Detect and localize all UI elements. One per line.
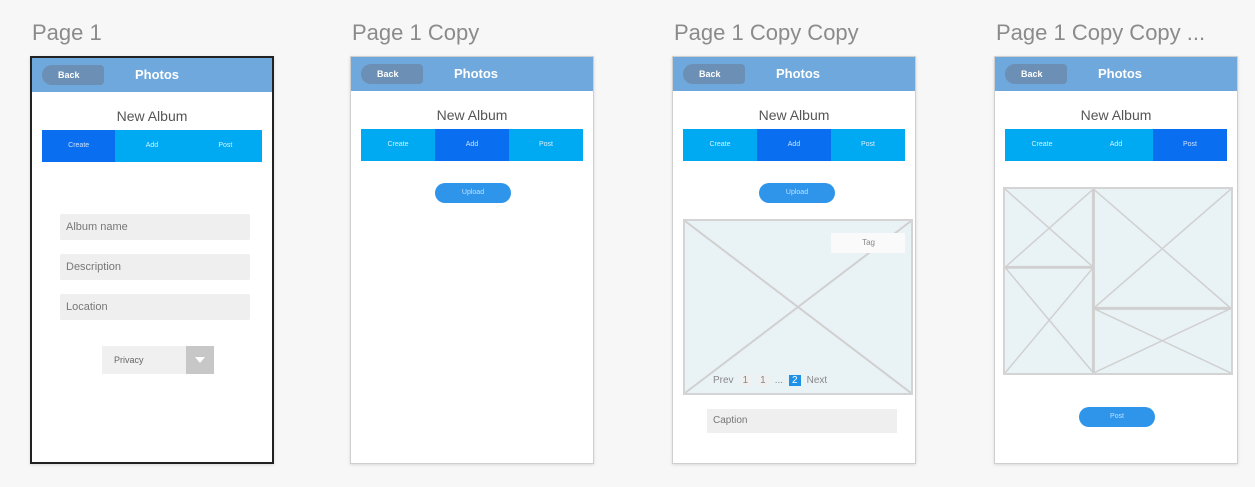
top-bar: Back Photos: [673, 57, 915, 91]
top-bar: Back Photos: [995, 57, 1237, 91]
page-frame-3[interactable]: Back Photos New Album Create Add Post Up…: [672, 56, 916, 464]
tab-add[interactable]: Add: [115, 130, 189, 162]
back-button[interactable]: Back: [42, 65, 104, 85]
bar-title: Photos: [453, 66, 499, 81]
tab-post[interactable]: Post: [1153, 129, 1227, 161]
photo-grid-icon: [1005, 189, 1231, 373]
tab-add[interactable]: Add: [757, 129, 831, 161]
tab-bar: Create Add Post: [361, 129, 583, 161]
tab-create[interactable]: Create: [361, 129, 435, 161]
top-bar: Back Photos: [351, 57, 593, 91]
album-title: New Album: [1080, 107, 1152, 123]
pagination: Prev 1 1 ... 2 Next: [713, 371, 827, 389]
photo-grid[interactable]: [1003, 187, 1233, 375]
tab-create[interactable]: Create: [42, 130, 116, 162]
post-button[interactable]: Post: [1079, 407, 1155, 427]
tab-bar: Create Add Post: [683, 129, 905, 161]
tab-create[interactable]: Create: [1005, 129, 1079, 161]
album-title: New Album: [758, 107, 830, 123]
tab-bar: Create Add Post: [42, 130, 262, 162]
back-button[interactable]: Back: [683, 64, 745, 84]
tab-add[interactable]: Add: [435, 129, 509, 161]
tab-post[interactable]: Post: [831, 129, 905, 161]
tab-post[interactable]: Post: [509, 129, 583, 161]
bar-title: Photos: [134, 67, 180, 82]
image-placeholder[interactable]: Tag Prev 1 1 ... 2 Next: [683, 219, 913, 395]
pager-page[interactable]: 1: [739, 374, 752, 386]
upload-button[interactable]: Upload: [435, 183, 511, 203]
location-field[interactable]: Location: [60, 294, 250, 320]
description-field[interactable]: Description: [60, 254, 250, 280]
page-frame-4[interactable]: Back Photos New Album Create Add Post Po…: [994, 56, 1238, 464]
top-bar: Back Photos: [32, 58, 272, 92]
privacy-select[interactable]: Privacy: [102, 346, 214, 374]
page-title-3[interactable]: Page 1 Copy Copy: [674, 20, 859, 46]
chevron-down-icon[interactable]: [186, 346, 214, 374]
tab-add[interactable]: Add: [1079, 129, 1153, 161]
pager-ellipsis: ...: [774, 374, 784, 386]
pager-page-active[interactable]: 2: [789, 374, 801, 386]
page-frame-2[interactable]: Back Photos New Album Create Add Post Up…: [350, 56, 594, 464]
pager-prev[interactable]: Prev: [713, 375, 734, 386]
tag-button[interactable]: Tag: [831, 233, 905, 253]
page-title-4[interactable]: Page 1 Copy Copy ...: [996, 20, 1205, 46]
tab-create[interactable]: Create: [683, 129, 757, 161]
album-title: New Album: [116, 108, 188, 124]
pager-next[interactable]: Next: [807, 375, 828, 386]
caption-field[interactable]: Caption: [707, 409, 897, 433]
bar-title: Photos: [775, 66, 821, 81]
album-name-field[interactable]: Album name: [60, 214, 250, 240]
tab-post[interactable]: Post: [188, 130, 262, 162]
back-button[interactable]: Back: [1005, 64, 1067, 84]
bar-title: Photos: [1097, 66, 1143, 81]
page-title-2[interactable]: Page 1 Copy: [352, 20, 479, 46]
back-button[interactable]: Back: [361, 64, 423, 84]
pager-page[interactable]: 1: [757, 374, 769, 386]
page-frame-1[interactable]: Back Photos New Album Create Add Post Al…: [30, 56, 274, 464]
page-title-1[interactable]: Page 1: [32, 20, 102, 46]
privacy-label: Privacy: [114, 355, 144, 365]
upload-button[interactable]: Upload: [759, 183, 835, 203]
tab-bar: Create Add Post: [1005, 129, 1227, 161]
album-title: New Album: [436, 107, 508, 123]
